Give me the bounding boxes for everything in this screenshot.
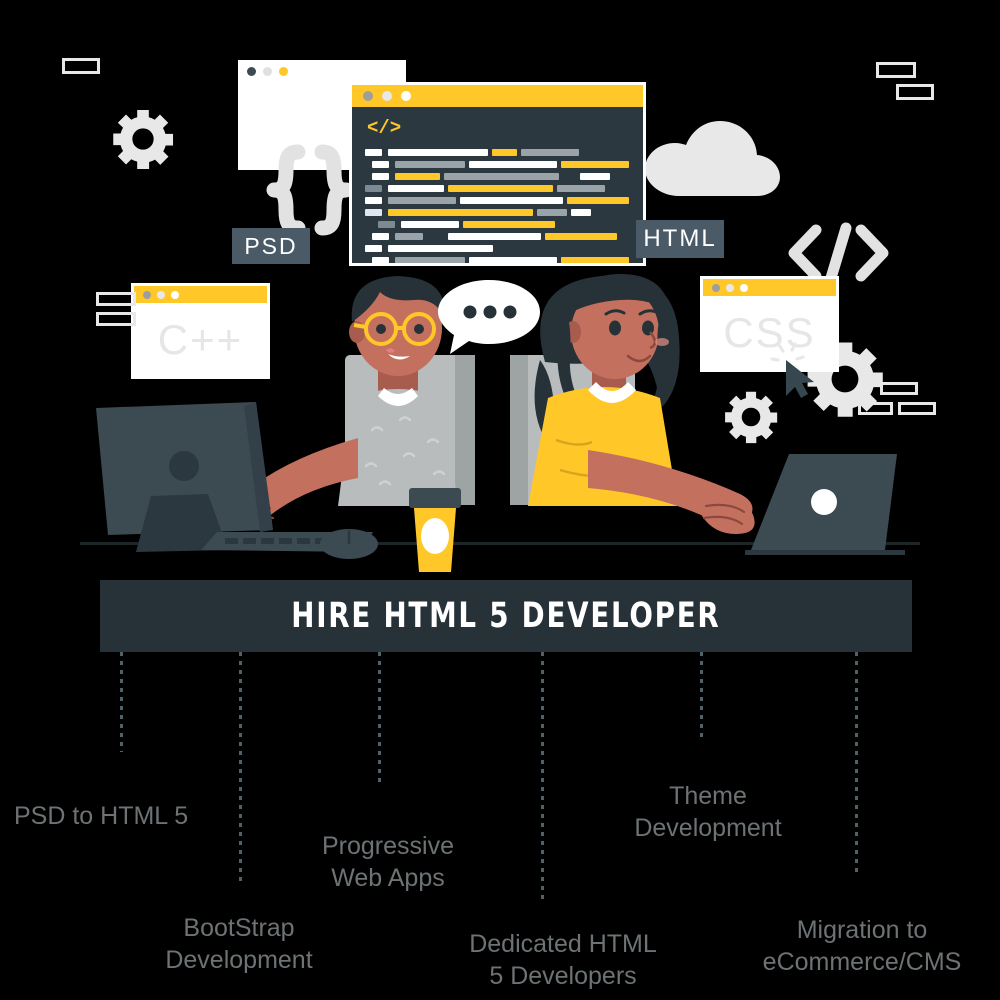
editor-dot-grey [363,91,373,101]
window-dot-yellow [279,66,288,76]
code-tag-icon: </> [367,117,402,139]
service-label-theme-dev: Theme Development [610,748,806,844]
coffee-cup-icon [409,488,461,572]
badge-html-label: HTML [643,225,717,252]
infographic-canvas: PSD HTML </> C++ CSS HIRE HTML 5 DEVELOP… [0,0,1000,1000]
window-dot-light [726,283,734,292]
window-dot-dark [247,66,256,76]
service-label-progressive-web: Progressive Web Apps [290,798,486,894]
decor-rect-top-left [62,58,100,74]
connector-bootstrap [239,652,242,882]
badge-psd: PSD [232,228,310,264]
editor-dot-white [401,91,411,101]
badge-html: HTML [636,220,724,258]
connector-theme-dev [700,652,703,740]
connector-migration [855,652,858,872]
decor-rect-top-right-a [876,62,916,78]
mouse-cursor-icon [770,340,822,400]
editor-dot-light [382,91,392,101]
title-banner: HIRE HTML 5 DEVELOPER [100,580,912,652]
code-editor-window[interactable]: </> [349,82,646,266]
page-title: HIRE HTML 5 DEVELOPER [291,596,721,636]
cloud-icon [645,118,780,196]
computer-mouse-icon [320,529,378,559]
editor-code-area: </> [352,107,643,263]
service-label-dedicated-devs: Dedicated HTML 5 Developers [440,896,686,992]
service-label-text: Theme Development [634,782,782,842]
service-label-migration: Migration to eCommerce/CMS [732,882,992,978]
service-label-text: BootStrap Development [165,914,313,974]
window-dot-grey [712,283,720,292]
window-dot-white [740,283,748,292]
service-label-text: Dedicated HTML 5 Developers [469,930,657,990]
service-label-text: PSD to HTML 5 [14,802,189,830]
window-dot-grey [263,66,272,76]
service-label-text: Migration to eCommerce/CMS [762,916,962,976]
editor-titlebar [352,85,643,107]
connector-dedicated-devs [541,652,544,900]
window-titlebar-psd [238,60,406,82]
decor-rect-top-right-b [896,84,934,100]
badge-psd-label: PSD [244,232,298,259]
connector-psd-to-html5 [120,652,123,752]
speech-bubble-icon [437,278,542,362]
service-label-text: Progressive Web Apps [322,832,454,892]
gear-icon-top-left [112,108,174,170]
service-label-bootstrap: BootStrap Development [128,880,350,976]
laptop-icon [745,454,905,555]
connector-progressive-web [378,652,381,782]
window-titlebar-css [703,279,836,296]
service-label-psd-to-html5: PSD to HTML 5 [14,768,234,832]
